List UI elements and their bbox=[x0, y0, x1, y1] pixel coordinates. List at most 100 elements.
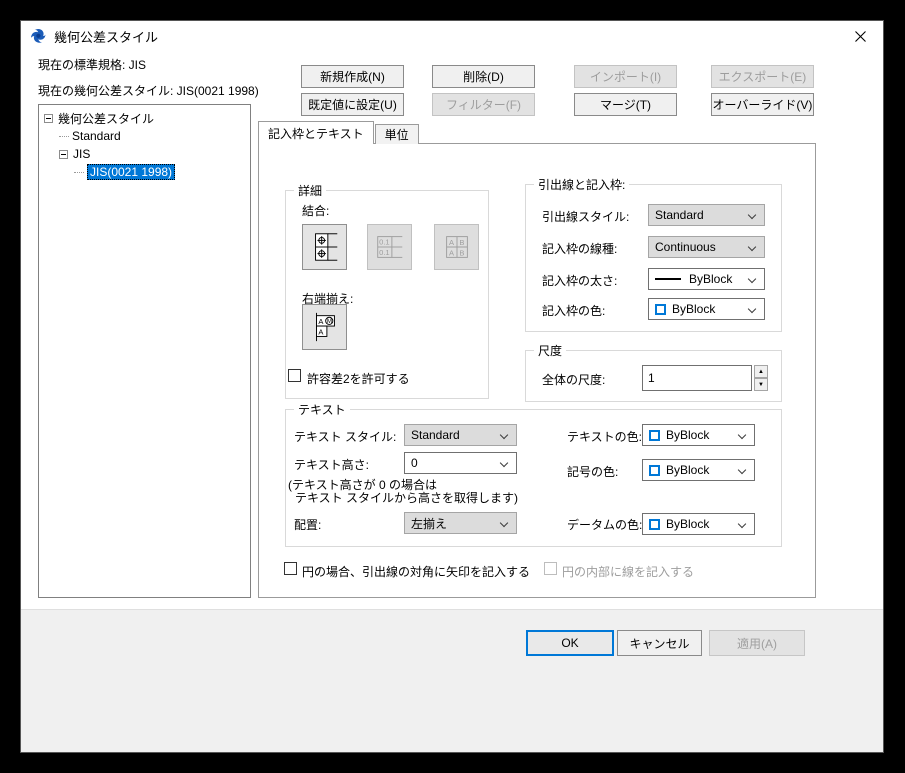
chevron-down-icon bbox=[500, 431, 508, 439]
join-datum-icon: A B A B bbox=[440, 229, 474, 265]
current-style-label: 現在の幾何公差スタイル: JIS(0021 1998) bbox=[38, 82, 259, 99]
tree-collapse-icon[interactable] bbox=[44, 114, 53, 123]
frame-lineweight-combo[interactable]: ByBlock bbox=[648, 268, 765, 290]
text-height-combo[interactable]: 0 bbox=[404, 452, 517, 474]
frame-color-combo[interactable]: ByBlock bbox=[648, 298, 765, 320]
export-button: エクスポート(E) bbox=[711, 65, 814, 88]
join-merge-button[interactable] bbox=[302, 224, 347, 270]
ok-button[interactable]: OK bbox=[526, 630, 614, 656]
datum-color-combo[interactable]: ByBlock bbox=[642, 513, 755, 535]
chevron-down-icon bbox=[500, 519, 508, 527]
lineweight-swatch bbox=[655, 278, 681, 280]
svg-text:M: M bbox=[326, 318, 331, 325]
merge-button[interactable]: マージ(T) bbox=[574, 93, 677, 116]
tab-units[interactable]: 単位 bbox=[375, 124, 419, 144]
alignment-value: 左揃え bbox=[411, 515, 447, 532]
tree-node-label-selected[interactable]: JIS(0021 1998) bbox=[87, 164, 175, 180]
tree-node-jis-0021-1998[interactable]: JIS(0021 1998) bbox=[39, 163, 250, 181]
scale-spin-up-button[interactable]: ▲ bbox=[754, 365, 768, 378]
text-group-title: テキスト bbox=[294, 401, 350, 418]
frame-linetype-combo[interactable]: Continuous bbox=[648, 236, 765, 258]
frame-and-text-panel: 詳細 結合: 0.1 0.1 bbox=[258, 143, 816, 598]
join-label: 結合: bbox=[302, 202, 329, 219]
text-color-label: テキストの色: bbox=[567, 428, 642, 445]
chevron-down-icon bbox=[748, 275, 756, 283]
style-tree[interactable]: 幾何公差スタイル Standard JIS JIS(0021 1998) bbox=[38, 104, 251, 598]
svg-text:0.1: 0.1 bbox=[379, 248, 390, 257]
spin-up-icon: ▲ bbox=[758, 369, 764, 375]
close-icon bbox=[855, 31, 866, 42]
right-align-button[interactable]: A M A bbox=[302, 304, 347, 350]
byblock-color-swatch bbox=[649, 430, 660, 441]
desktop: { "window": { "title": "幾何公差スタイル" }, "he… bbox=[0, 0, 905, 773]
chevron-down-icon bbox=[748, 211, 756, 219]
svg-text:B: B bbox=[459, 248, 464, 257]
tree-node-jis[interactable]: JIS bbox=[39, 145, 250, 163]
tree-node-standard[interactable]: Standard bbox=[39, 127, 250, 145]
text-height-value: 0 bbox=[411, 456, 418, 470]
frame-lineweight-value: ByBlock bbox=[689, 272, 732, 286]
titlebar: 幾何公差スタイル bbox=[21, 21, 883, 51]
set-default-button[interactable]: 既定値に設定(U) bbox=[301, 93, 404, 116]
arrow-on-circle-checkbox[interactable] bbox=[284, 562, 297, 575]
tree-node-label[interactable]: 幾何公差スタイル bbox=[58, 110, 154, 127]
alignment-combo[interactable]: 左揃え bbox=[404, 512, 517, 534]
delete-button[interactable]: 削除(D) bbox=[432, 65, 535, 88]
text-style-combo[interactable]: Standard bbox=[404, 424, 517, 446]
cancel-button[interactable]: キャンセル bbox=[617, 630, 702, 656]
join-merge-icon bbox=[308, 229, 342, 265]
filter-button: フィルター(F) bbox=[432, 93, 535, 116]
right-align-icon: A M A bbox=[308, 309, 342, 345]
tree-node-label[interactable]: Standard bbox=[72, 129, 121, 143]
text-color-value: ByBlock bbox=[666, 428, 709, 442]
frame-lineweight-label: 記入枠の太さ: bbox=[542, 272, 617, 289]
chevron-down-icon bbox=[738, 520, 746, 528]
frame-color-label: 記入枠の色: bbox=[542, 302, 605, 319]
close-button[interactable] bbox=[838, 21, 883, 51]
new-button[interactable]: 新規作成(N) bbox=[301, 65, 404, 88]
app-icon bbox=[30, 28, 46, 44]
tree-node-label[interactable]: JIS bbox=[73, 147, 90, 161]
overall-scale-value: 1 bbox=[648, 371, 655, 385]
scale-spin-down-button[interactable]: ▼ bbox=[754, 378, 768, 391]
tree-node-root[interactable]: 幾何公差スタイル bbox=[39, 109, 250, 127]
svg-text:0.1: 0.1 bbox=[379, 238, 390, 247]
line-inside-circle-checkbox bbox=[544, 562, 557, 575]
tree-connector bbox=[74, 172, 84, 173]
frame-linetype-label: 記入枠の線種: bbox=[542, 240, 617, 257]
apply-button: 適用(A) bbox=[709, 630, 805, 656]
datum-color-label: データムの色: bbox=[567, 516, 642, 533]
import-button: インポート(I) bbox=[574, 65, 677, 88]
overall-scale-input[interactable]: 1 bbox=[642, 365, 752, 391]
allow-tolerance2-checkbox[interactable] bbox=[288, 369, 301, 382]
svg-text:A: A bbox=[448, 248, 454, 257]
geometric-tolerance-style-dialog: 幾何公差スタイル 現在の標準規格: JIS 現在の幾何公差スタイル: JIS(0… bbox=[20, 20, 884, 753]
leader-style-combo[interactable]: Standard bbox=[648, 204, 765, 226]
spin-down-icon: ▼ bbox=[758, 382, 764, 388]
tree-collapse-icon[interactable] bbox=[59, 150, 68, 159]
symbol-color-value: ByBlock bbox=[666, 463, 709, 477]
text-height-label: テキスト高さ: bbox=[294, 456, 369, 473]
tab-frame-and-text[interactable]: 記入枠とテキスト bbox=[258, 121, 374, 144]
join-tolerance-button: 0.1 0.1 bbox=[367, 224, 412, 270]
byblock-color-swatch bbox=[649, 465, 660, 476]
tree-connector bbox=[59, 136, 69, 137]
current-standard-label: 現在の標準規格: JIS bbox=[38, 56, 146, 73]
leader-frame-group-title: 引出線と記入枠: bbox=[534, 176, 629, 193]
svg-text:B: B bbox=[459, 238, 464, 247]
detail-group-title: 詳細 bbox=[294, 182, 326, 199]
join-tolerance-icon: 0.1 0.1 bbox=[373, 229, 407, 265]
leader-style-label: 引出線スタイル: bbox=[542, 208, 629, 225]
chevron-down-icon bbox=[738, 466, 746, 474]
allow-tolerance2-label: 許容差2を許可する bbox=[307, 370, 410, 387]
chevron-down-icon bbox=[738, 431, 746, 439]
tab-strip: 記入枠とテキスト 単位 bbox=[258, 121, 419, 144]
override-button[interactable]: オーバーライド(V) bbox=[711, 93, 814, 116]
leader-style-value: Standard bbox=[655, 208, 704, 222]
join-datum-button: A B A B bbox=[434, 224, 479, 270]
alignment-label: 配置: bbox=[294, 516, 321, 533]
symbol-color-label: 記号の色: bbox=[567, 463, 618, 480]
text-color-combo[interactable]: ByBlock bbox=[642, 424, 755, 446]
symbol-color-combo[interactable]: ByBlock bbox=[642, 459, 755, 481]
chevron-down-icon bbox=[500, 459, 508, 467]
